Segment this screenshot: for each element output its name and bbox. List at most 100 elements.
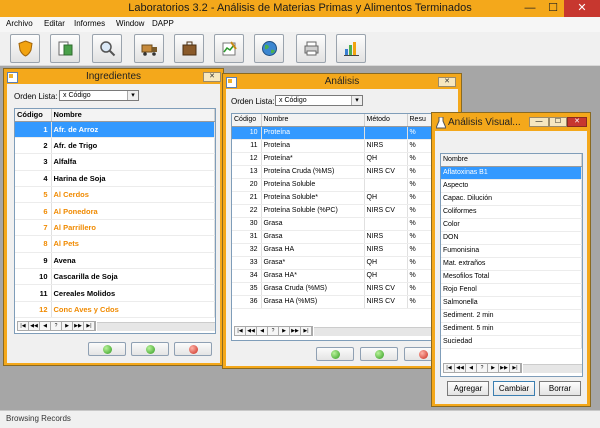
toolbar-globe-button[interactable] (254, 34, 284, 63)
visual-maximize-button[interactable]: ☐ (549, 117, 567, 127)
table-row[interactable]: 21 Proteína Soluble* QH% (232, 191, 456, 205)
table-row[interactable]: Sediment. 2 min (441, 309, 582, 323)
toolbar-shield-button[interactable] (10, 34, 40, 63)
table-row[interactable]: 30 Grasa% (232, 217, 456, 231)
orden-lista-select[interactable]: x Código ▾ (59, 90, 139, 101)
table-row[interactable]: Capac. Dilución (441, 192, 582, 206)
edit-button[interactable] (360, 347, 398, 361)
nav-next-button[interactable]: ▶ (279, 327, 290, 335)
menu-window[interactable]: Window (116, 19, 144, 28)
table-row[interactable]: 34 Grasa HA* QH% (232, 269, 456, 283)
nav-prev-page-button[interactable]: ◀◀ (246, 327, 257, 335)
ingredientes-grid[interactable]: Código Nombre 1 Afr. de Arroz 2 Afr. de Tri… (14, 108, 216, 334)
menu-editar[interactable]: Editar (44, 19, 65, 28)
table-row[interactable]: 36 Grasa HA (%MS) NIRS CV% (232, 295, 456, 309)
table-row[interactable]: Mesofilos Total (441, 270, 582, 284)
toolbar-chart-pen-button[interactable] (214, 34, 244, 63)
nav-last-button[interactable]: ▶| (84, 322, 95, 330)
nav-next-page-button[interactable]: ▶▶ (290, 327, 301, 335)
nav-next-button[interactable]: ▶ (62, 322, 73, 330)
toolbar-truck-button[interactable] (134, 34, 164, 63)
table-row[interactable]: 4 Harina de Soja (15, 170, 215, 188)
cambiar-button[interactable]: Cambiar (493, 381, 535, 396)
table-row[interactable]: 31 Grasa NIRS% (232, 230, 456, 244)
agregar-button[interactable]: Agregar (447, 381, 489, 396)
maximize-button[interactable]: ☐ (542, 0, 564, 17)
menu-archivo[interactable]: Archivo (6, 19, 33, 28)
nav-last-button[interactable]: ▶| (301, 327, 312, 335)
close-button[interactable]: ✕ (564, 0, 600, 17)
toolbar-printer-button[interactable] (296, 34, 326, 63)
orden-lista-select[interactable]: x Código ▾ (275, 95, 363, 106)
table-row[interactable]: 13 Proteína Cruda (%MS) NIRS CV% (232, 165, 456, 179)
column-nombre[interactable]: Nombre (441, 154, 582, 167)
table-row[interactable]: 9 Avena (15, 252, 215, 270)
ingredientes-close-button[interactable]: ✕ (203, 72, 221, 82)
table-row[interactable]: Suciedad (441, 335, 582, 349)
delete-button[interactable] (174, 342, 212, 356)
borrar-button[interactable]: Borrar (539, 381, 581, 396)
nav-last-button[interactable]: ▶| (510, 364, 521, 372)
table-row[interactable]: 33 Grasa* QH% (232, 256, 456, 270)
table-row[interactable]: Salmonella (441, 296, 582, 310)
table-row[interactable]: Fumonisina (441, 244, 582, 258)
table-row[interactable]: 35 Grasa Cruda (%MS) NIRS CV% (232, 282, 456, 296)
table-row[interactable]: Aflatoxinas B1 (441, 166, 582, 180)
table-row[interactable]: 12 Conc Aves y Cdos (15, 301, 215, 319)
table-row[interactable]: Sediment. 5 min (441, 322, 582, 336)
nav-prev-button[interactable]: ◀ (466, 364, 477, 372)
menu-informes[interactable]: Informes (74, 19, 105, 28)
nav-first-button[interactable]: |◀ (18, 322, 29, 330)
toolbar-search-button[interactable] (92, 34, 122, 63)
add-button[interactable] (88, 342, 126, 356)
table-row[interactable]: Color (441, 218, 582, 232)
chevron-down-icon[interactable]: ▾ (127, 91, 138, 100)
column-codigo[interactable]: Código (15, 109, 52, 122)
column-nombre[interactable]: Nombre (51, 109, 215, 122)
menu-dapp[interactable]: DAPP (152, 19, 174, 28)
nav-next-page-button[interactable]: ▶▶ (499, 364, 510, 372)
nav-prev-page-button[interactable]: ◀◀ (29, 322, 40, 330)
analisis-grid[interactable]: Código Nombre Método Resu 10 Proteína% 11 P… (231, 113, 457, 341)
toolbar-briefcase-button[interactable] (174, 34, 204, 63)
horizontal-scrollbar[interactable] (97, 322, 215, 331)
nav-help-button[interactable]: ? (268, 327, 279, 335)
table-row[interactable]: 32 Grasa HA NIRS% (232, 243, 456, 257)
table-row[interactable]: 3 Alfalfa (15, 153, 215, 171)
horizontal-scrollbar[interactable] (523, 364, 582, 373)
table-row[interactable]: 20 Proteína Soluble% (232, 178, 456, 192)
table-row[interactable]: 7 Al Parrillero (15, 219, 215, 237)
edit-button[interactable] (131, 342, 169, 356)
table-row[interactable]: 11 Cereales Molidos (15, 284, 215, 302)
column-metodo[interactable]: Método (364, 114, 408, 127)
table-row[interactable]: Rojo Fenol (441, 283, 582, 297)
chevron-down-icon[interactable]: ▾ (351, 96, 362, 105)
nav-first-button[interactable]: |◀ (444, 364, 455, 372)
toolbar-bar-chart-button[interactable] (336, 34, 366, 63)
nav-prev-page-button[interactable]: ◀◀ (455, 364, 466, 372)
nav-next-page-button[interactable]: ▶▶ (73, 322, 84, 330)
table-row[interactable]: DON (441, 231, 582, 245)
table-row[interactable]: Mat. extraños (441, 257, 582, 271)
nav-prev-button[interactable]: ◀ (257, 327, 268, 335)
nav-next-button[interactable]: ▶ (488, 364, 499, 372)
table-row[interactable]: 22 Proteína Soluble (%PC) NIRS CV% (232, 204, 456, 218)
column-codigo[interactable]: Código (232, 114, 262, 127)
visual-minimize-button[interactable]: — (529, 117, 549, 127)
minimize-button[interactable]: — (519, 0, 541, 17)
visual-grid[interactable]: Nombre Aflatoxinas B1 Aspecto Capac. Diluc… (440, 153, 583, 377)
table-row[interactable]: 12 Proteína* QH% (232, 152, 456, 166)
add-button[interactable] (316, 347, 354, 361)
table-row[interactable]: Coliformes (441, 205, 582, 219)
table-row[interactable]: 2 Afr. de Trigo (15, 137, 215, 155)
table-row[interactable]: Aspecto (441, 179, 582, 193)
table-row[interactable]: 8 Al Pets (15, 235, 215, 253)
nav-first-button[interactable]: |◀ (235, 327, 246, 335)
nav-prev-button[interactable]: ◀ (40, 322, 51, 330)
column-nombre[interactable]: Nombre (261, 114, 365, 127)
nav-help-button[interactable]: ? (477, 364, 488, 372)
table-row[interactable]: 10 Cascarilla de Soja (15, 268, 215, 286)
visual-close-button[interactable]: ✕ (567, 117, 587, 127)
table-row[interactable]: 10 Proteína% (232, 126, 456, 140)
toolbar-document-button[interactable] (50, 34, 80, 63)
